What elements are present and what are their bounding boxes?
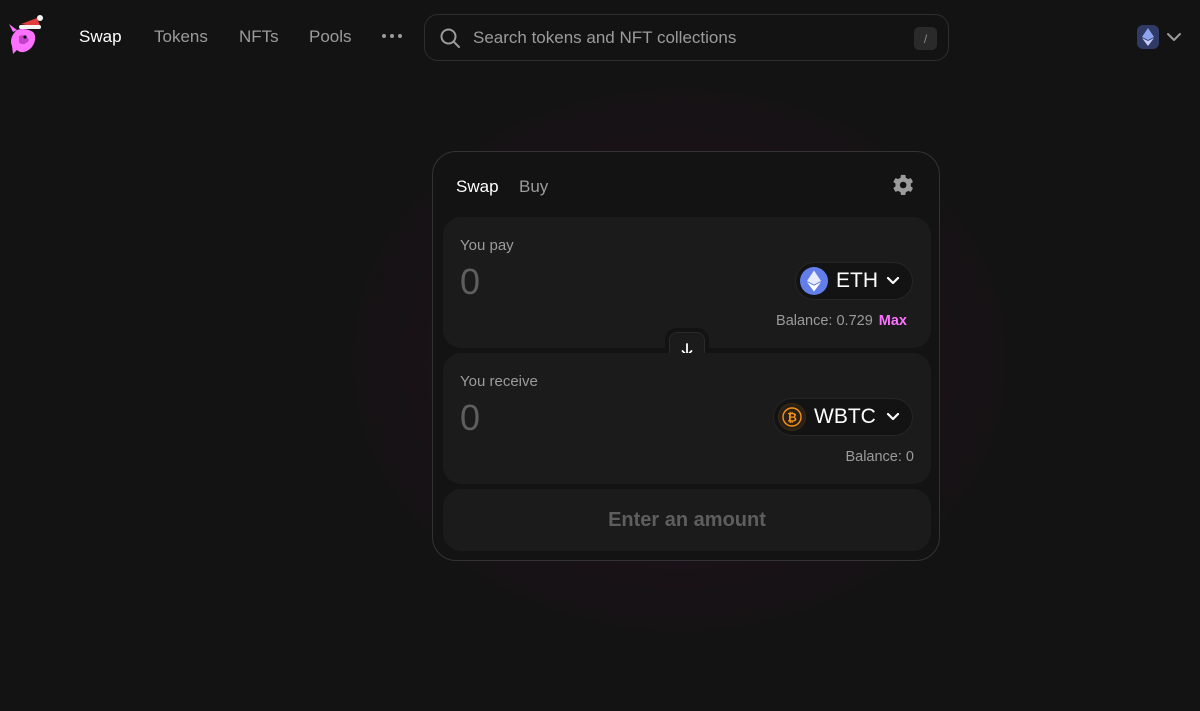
ellipsis-icon[interactable]: [382, 28, 406, 44]
uniswap-logo-icon[interactable]: [7, 14, 47, 56]
pay-token-selector[interactable]: ETH: [795, 262, 913, 300]
pay-token-symbol: ETH: [836, 269, 878, 292]
chevron-down-icon: [1167, 33, 1181, 41]
nav-pools-link[interactable]: Pools: [309, 26, 352, 48]
receive-token-symbol: WBTC: [814, 405, 876, 428]
tab-swap[interactable]: Swap: [456, 177, 499, 197]
receive-label: You receive: [460, 373, 538, 390]
pay-label: You pay: [460, 237, 514, 254]
max-button[interactable]: Max: [879, 313, 907, 329]
swap-card: Swap Buy You pay 0 ETH Balance: 0.729 Ma…: [432, 151, 940, 561]
receive-amount-input[interactable]: 0: [460, 395, 760, 441]
pay-balance-text: Balance: 0.729: [776, 313, 873, 329]
nav-swap-link[interactable]: Swap: [79, 26, 122, 48]
nav-tokens-link[interactable]: Tokens: [154, 26, 208, 48]
bitcoin-icon: ₿: [778, 403, 806, 431]
network-selector[interactable]: [1136, 24, 1186, 52]
search-icon: [440, 28, 460, 48]
ethereum-icon: [1137, 25, 1159, 49]
search-shortcut-key: /: [914, 27, 937, 50]
nav-nfts-link[interactable]: NFTs: [239, 26, 279, 48]
chevron-down-icon: [886, 276, 900, 285]
uniswap-page: Swap Tokens NFTs Pools Search tokens and…: [0, 0, 1200, 711]
ethereum-icon: [800, 267, 828, 295]
chevron-down-icon: [886, 412, 900, 421]
tab-buy[interactable]: Buy: [519, 177, 548, 197]
receive-balance: Balance: 0: [845, 449, 914, 465]
receive-panel: You receive 0 ₿ WBTC Balance: 0: [443, 353, 931, 484]
search-input[interactable]: Search tokens and NFT collections /: [424, 14, 949, 61]
enter-amount-button[interactable]: Enter an amount: [443, 489, 931, 551]
receive-token-selector[interactable]: ₿ WBTC: [773, 398, 913, 436]
pay-amount-input[interactable]: 0: [460, 259, 760, 305]
svg-text:₿: ₿: [787, 411, 797, 425]
search-placeholder: Search tokens and NFT collections: [473, 28, 737, 47]
gear-icon[interactable]: [893, 174, 915, 196]
top-nav: Swap Tokens NFTs Pools Search tokens and…: [0, 0, 1200, 76]
pay-balance: Balance: 0.729 Max: [776, 313, 907, 329]
